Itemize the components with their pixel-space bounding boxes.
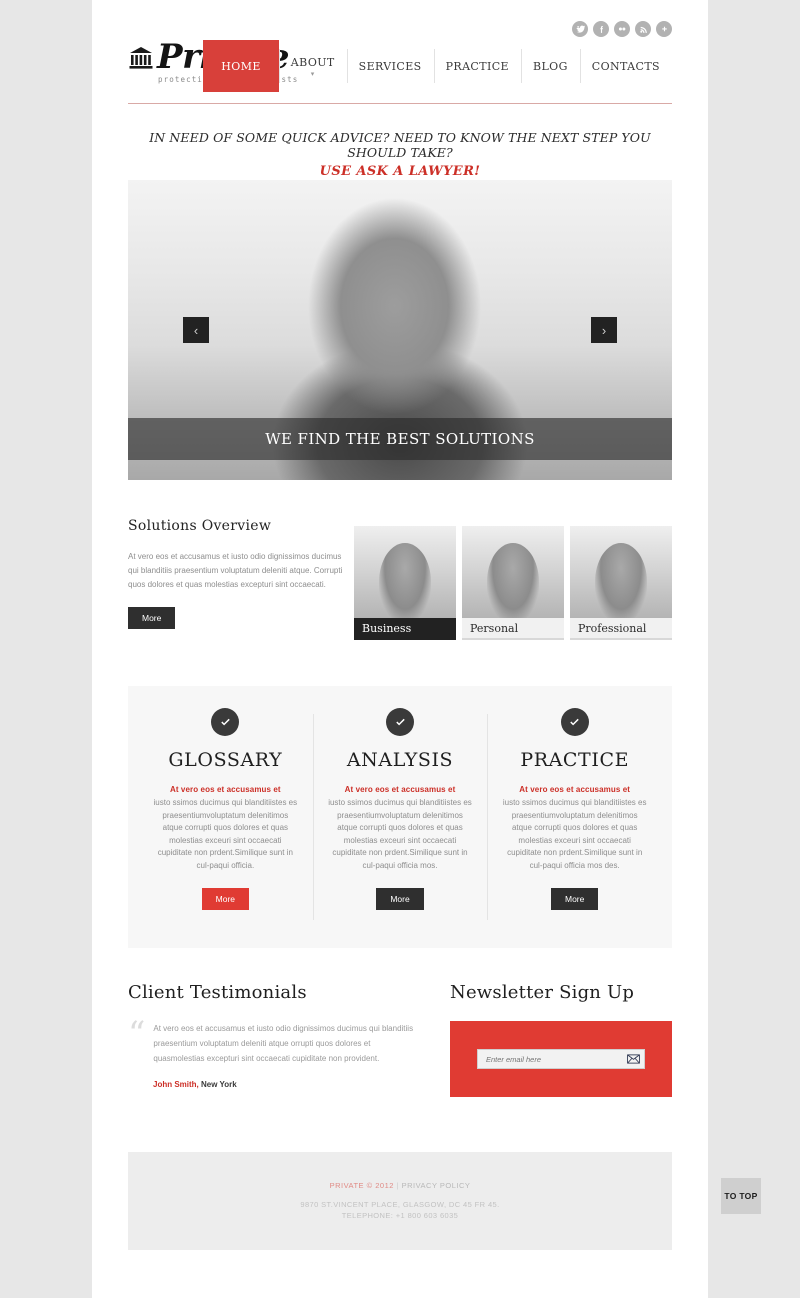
- site-footer: PRIVATE © 2012 | PRIVACY POLICY 9870 ST.…: [128, 1152, 672, 1250]
- solutions-overview-section: Solutions Overview At vero eos et accusa…: [128, 518, 672, 653]
- main-navigation: HOME ABOUT ▾ SERVICES PRACTICE BLOG CONT…: [203, 40, 672, 92]
- service-body: iusto ssimos ducimus qui blanditiistes e…: [328, 798, 472, 870]
- footer-telephone: TELEPHONE: +1 800 603 6035: [341, 1211, 459, 1220]
- tagline-block: IN NEED OF SOME QUICK ADVICE? NEED TO KN…: [128, 130, 672, 179]
- email-field[interactable]: [478, 1050, 622, 1068]
- nav-item-label: CONTACTS: [591, 59, 660, 73]
- service-lead: At vero eos et accusamus et: [519, 785, 631, 794]
- nav-item-home[interactable]: HOME: [203, 40, 279, 92]
- nav-item-practice[interactable]: PRACTICE: [433, 40, 521, 92]
- testimonial-author-location: New York: [201, 1080, 237, 1089]
- thumbnail-label: Professional: [570, 618, 672, 640]
- service-more-button[interactable]: More: [376, 888, 424, 910]
- thumbnail-label: Business: [354, 618, 456, 640]
- thumbnail-business[interactable]: Business: [354, 526, 456, 640]
- nav-item-blog[interactable]: BLOG: [520, 40, 580, 92]
- thumbnail-professional[interactable]: Professional: [570, 526, 672, 640]
- hero-caption-text: WE FIND THE BEST SOLUTIONS: [265, 430, 535, 448]
- thumbnail-label: Personal: [462, 618, 564, 640]
- footer-copyright: PRIVATE © 2012 | PRIVACY POLICY: [330, 1181, 471, 1190]
- testimonial-text: At vero eos et accusamus et iusto odio d…: [153, 1024, 414, 1063]
- testimonial-author: John Smith, New York: [153, 1080, 428, 1089]
- footer-address: 9870 ST.VINCENT PLACE, GLASGOW, DC 45 FR…: [300, 1199, 499, 1221]
- service-more-button[interactable]: More: [550, 888, 599, 910]
- twitter-icon[interactable]: [572, 21, 588, 37]
- nav-item-label: SERVICES: [358, 59, 422, 73]
- thumbnail-image: [462, 526, 564, 618]
- testimonials-block: Client Testimonials “ At vero eos et acc…: [128, 982, 428, 1089]
- testimonials-title: Client Testimonials: [128, 982, 307, 1003]
- thumbnail-image: [354, 526, 456, 618]
- nav-item-contacts[interactable]: CONTACTS: [579, 40, 672, 92]
- footer-separator: |: [396, 1181, 399, 1190]
- newsletter-title: Newsletter Sign Up: [450, 982, 635, 1003]
- nav-item-about[interactable]: ABOUT ▾: [278, 40, 347, 92]
- testimonial-author-name: John Smith,: [153, 1080, 199, 1089]
- check-circle-icon: [211, 708, 240, 736]
- social-bar: [572, 21, 672, 37]
- nav-item-label: ABOUT: [290, 55, 335, 69]
- nav-item-services[interactable]: SERVICES: [346, 40, 434, 92]
- newsletter-input-wrap: [477, 1049, 645, 1069]
- chevron-down-icon: ▾: [310, 69, 315, 78]
- check-circle-icon: [560, 708, 589, 736]
- bank-columns-icon: [128, 44, 154, 72]
- flickr-icon[interactable]: [614, 21, 630, 37]
- facebook-icon[interactable]: [593, 21, 609, 37]
- newsletter-block: Newsletter Sign Up: [450, 982, 672, 1097]
- footer-brand: PRIVATE © 2012: [329, 1181, 394, 1190]
- hero-caption-bar: WE FIND THE BEST SOLUTIONS: [128, 418, 672, 460]
- nav-item-label: HOME: [221, 59, 261, 73]
- tagline-line-2: USE ASK A LAWYER!: [319, 164, 481, 179]
- quote-icon: “: [128, 1014, 146, 1054]
- service-title: ANALYSIS: [346, 749, 454, 771]
- footer-address-line: 9870 ST.VINCENT PLACE, GLASGOW, DC 45 FR…: [300, 1200, 500, 1209]
- hero-slider: ‹ › WE FIND THE BEST SOLUTIONS: [128, 180, 672, 480]
- envelope-icon[interactable]: [622, 1050, 644, 1068]
- site-header: Private protecting your interests HOME A…: [128, 40, 672, 102]
- service-lead: At vero eos et accusamus et: [344, 785, 456, 794]
- service-column-glossary: GLOSSARY At vero eos et accusamus et ius…: [138, 708, 313, 926]
- service-more-button[interactable]: More: [201, 888, 250, 910]
- page-root: Private protecting your interests HOME A…: [0, 0, 800, 1298]
- lower-section: Client Testimonials “ At vero eos et acc…: [128, 982, 672, 1112]
- header-divider: [128, 103, 672, 104]
- nav-item-label: PRACTICE: [445, 59, 509, 73]
- solutions-description: At vero eos et accusamus et iusto odio d…: [128, 552, 343, 589]
- service-title: GLOSSARY: [168, 749, 283, 771]
- service-lead: At vero eos et accusamus et: [169, 785, 281, 794]
- testimonial-item: “ At vero eos et accusamus et iusto odio…: [128, 1014, 428, 1066]
- newsletter-form: [450, 1021, 672, 1097]
- privacy-policy-link[interactable]: PRIVACY POLICY: [402, 1181, 471, 1190]
- check-circle-icon: [386, 708, 414, 736]
- service-body: iusto ssimos ducimus qui blanditiistes e…: [502, 798, 647, 870]
- thumbnail-personal[interactable]: Personal: [462, 526, 564, 640]
- service-title: PRACTICE: [520, 749, 630, 771]
- services-panel: GLOSSARY At vero eos et accusamus et ius…: [128, 686, 672, 948]
- solutions-thumbnails: Business Personal Professional: [354, 526, 672, 640]
- solutions-more-button[interactable]: More: [128, 607, 176, 629]
- slider-prev-button[interactable]: ‹: [183, 317, 209, 343]
- to-top-button[interactable]: TO TOP: [721, 1178, 761, 1214]
- service-column-practice: PRACTICE At vero eos et accusamus et ius…: [487, 708, 662, 926]
- service-body: iusto ssimos ducimus qui blanditiistes e…: [153, 798, 298, 870]
- rss-icon[interactable]: [635, 21, 651, 37]
- thumbnail-image: [570, 526, 672, 618]
- service-column-analysis: ANALYSIS At vero eos et accusamus et ius…: [312, 708, 488, 926]
- nav-item-label: BLOG: [532, 59, 568, 73]
- tagline-line-1: IN NEED OF SOME QUICK ADVICE? NEED TO KN…: [149, 130, 651, 160]
- google-plus-icon[interactable]: [656, 21, 672, 37]
- slider-next-button[interactable]: ›: [591, 317, 617, 343]
